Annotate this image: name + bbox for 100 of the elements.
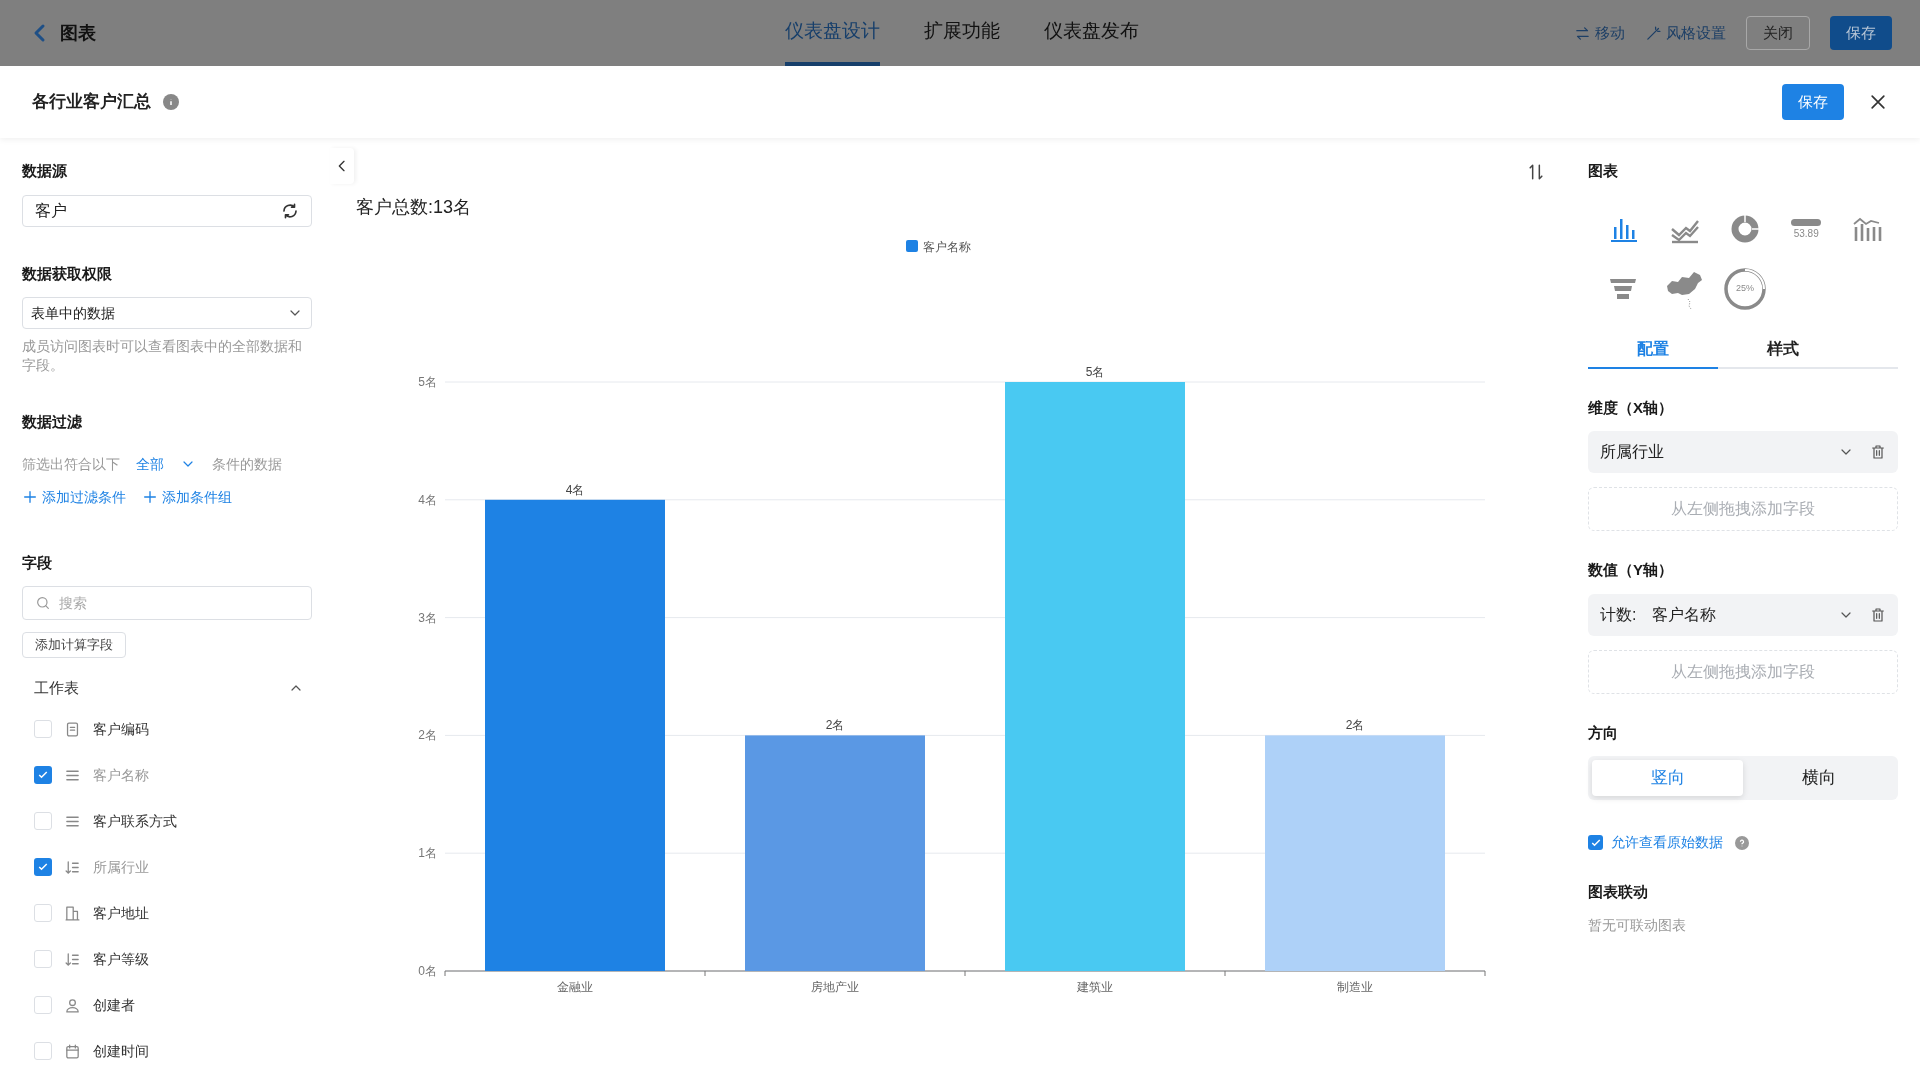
save-button[interactable]: 保存 [1830,16,1892,50]
direction-option[interactable]: 竖向 [1592,760,1743,796]
filter-text: 筛选出符合以下 [22,454,120,474]
building-icon [64,904,81,922]
empty-linkage-text: 暂无可联动图表 [1588,916,1687,935]
plus-icon [22,489,38,505]
field-checkbox[interactable] [34,766,52,784]
search-field[interactable]: 搜索 [22,586,312,620]
legend-item[interactable]: 客户名称 [906,240,971,254]
field-checkbox[interactable] [34,812,52,830]
add-calc-field-button[interactable]: 添加计算字段 [22,632,126,658]
field-label: 客户名称 [93,765,149,785]
field-checkbox[interactable] [34,858,52,876]
section-title: 方向 [1588,722,1619,743]
document-icon [64,720,81,738]
field-label: 客户联系方式 [93,811,177,831]
nav-tab[interactable]: 仪表盘设计 [785,0,880,66]
field-value: 所属行业 [1600,442,1664,462]
search-icon [35,595,51,611]
trash-icon [1870,444,1886,460]
raw-data-label: 允许查看原始数据 [1611,833,1723,852]
toolbar-action[interactable]: 移动 [1574,21,1625,45]
section-title: 数据源 [22,161,68,181]
drop-zone[interactable]: 从左侧拖拽添加字段 [1588,649,1898,694]
modal-title: 各行业客户汇总 [32,91,151,114]
field-label: 所属行业 [93,857,149,877]
add-group-link[interactable]: 添加条件组 [142,486,232,508]
field-value: 客户名称 [1652,604,1717,625]
field-select[interactable]: 计数: 客户名称 [1588,593,1898,636]
filter-text: 条件的数据 [212,454,282,474]
group-header[interactable]: 工作表 [22,670,312,706]
value-label: 2名 [1345,718,1365,733]
sort-icon [64,858,81,876]
field-checkbox[interactable] [34,996,52,1014]
axis-tick-label: 4名 [418,492,437,507]
gauge-percent: 25% [1735,284,1754,293]
indicator-number: 53.89 [1793,228,1819,239]
permission-select[interactable]: 表单中的数据 [22,297,312,329]
back-button[interactable]: 图表 [28,19,96,47]
panel-tab[interactable]: 配置 [1588,330,1718,369]
legend-label: 客户名称 [923,240,971,254]
category-label: 金融业 [557,980,593,994]
section-title: 维度（X轴） [1588,397,1674,418]
drop-zone[interactable]: 从左侧拖拽添加字段 [1588,487,1898,531]
value-label: 4名 [565,482,585,497]
field-select[interactable]: 所属行业 [1588,431,1898,473]
axis-tick-label: 1名 [418,846,437,861]
swap-icon [1574,24,1591,42]
axis-tick-label: 5名 [418,375,437,389]
raw-data-checkbox[interactable] [1588,835,1603,850]
sort-icon [64,950,81,968]
close-icon [1868,92,1888,112]
field-label: 客户等级 [93,949,149,969]
aggregation-label: 计数: [1600,604,1637,625]
section-title: 字段 [22,552,53,573]
category-label: 建筑业 [1077,980,1113,994]
category-label: 房地产业 [811,980,859,994]
add-condition-link[interactable]: 添加过滤条件 [22,486,126,508]
refresh-icon [281,201,299,220]
gauge-chart-icon[interactable]: 25% [1723,266,1767,311]
field-checkbox[interactable] [34,1042,52,1060]
value-label: 2名 [825,718,845,733]
collapse-button[interactable] [330,148,354,184]
user-icon [64,996,81,1014]
calendar-icon [64,1042,81,1060]
save-button[interactable]: 保存 [1782,84,1844,120]
panel-tab[interactable]: 样式 [1718,330,1848,369]
axis-tick-label: 0名 [418,964,437,978]
info-icon [163,94,179,110]
field-checkbox[interactable] [34,720,52,738]
axis-tick-label: 2名 [418,728,437,743]
value-label: 5名 [1085,365,1105,379]
category-label: 制造业 [1337,980,1373,994]
summary-text: 客户总数:13名 [356,196,472,219]
close-button[interactable]: 关闭 [1746,16,1810,50]
filter-mode-select[interactable]: 全部 [136,453,196,475]
field-label: 客户编码 [93,719,149,739]
toolbar-action[interactable]: 风格设置 [1645,21,1726,45]
axis-tick-label: 3名 [418,610,437,625]
section-title: 图表 [1588,161,1619,181]
wand-icon [1645,24,1662,42]
plus-icon [142,489,158,505]
check-icon [37,861,49,873]
field-checkbox[interactable] [34,904,52,922]
field-label: 创建者 [93,995,135,1015]
field-checkbox[interactable] [34,950,52,968]
nav-tab[interactable]: 扩展功能 [924,0,1000,66]
section-title: 数值（Y轴） [1588,560,1674,580]
close-button[interactable] [1868,92,1888,112]
section-title: 图表联动 [1588,882,1649,902]
search-input[interactable]: 搜索 [59,592,299,614]
field-label: 创建时间 [93,1041,149,1061]
section-title: 数据过滤 [22,412,83,432]
help-icon [1735,835,1749,850]
direction-option[interactable]: 横向 [1743,760,1894,796]
datasource-field[interactable]: 客户 [22,194,312,227]
trash-icon [1870,606,1886,623]
section-title: 数据获取权限 [22,263,113,284]
help-text: 成员访问图表时可以查看图表中的全部数据和字段。 [22,338,303,375]
nav-tab[interactable]: 仪表盘发布 [1044,0,1139,66]
